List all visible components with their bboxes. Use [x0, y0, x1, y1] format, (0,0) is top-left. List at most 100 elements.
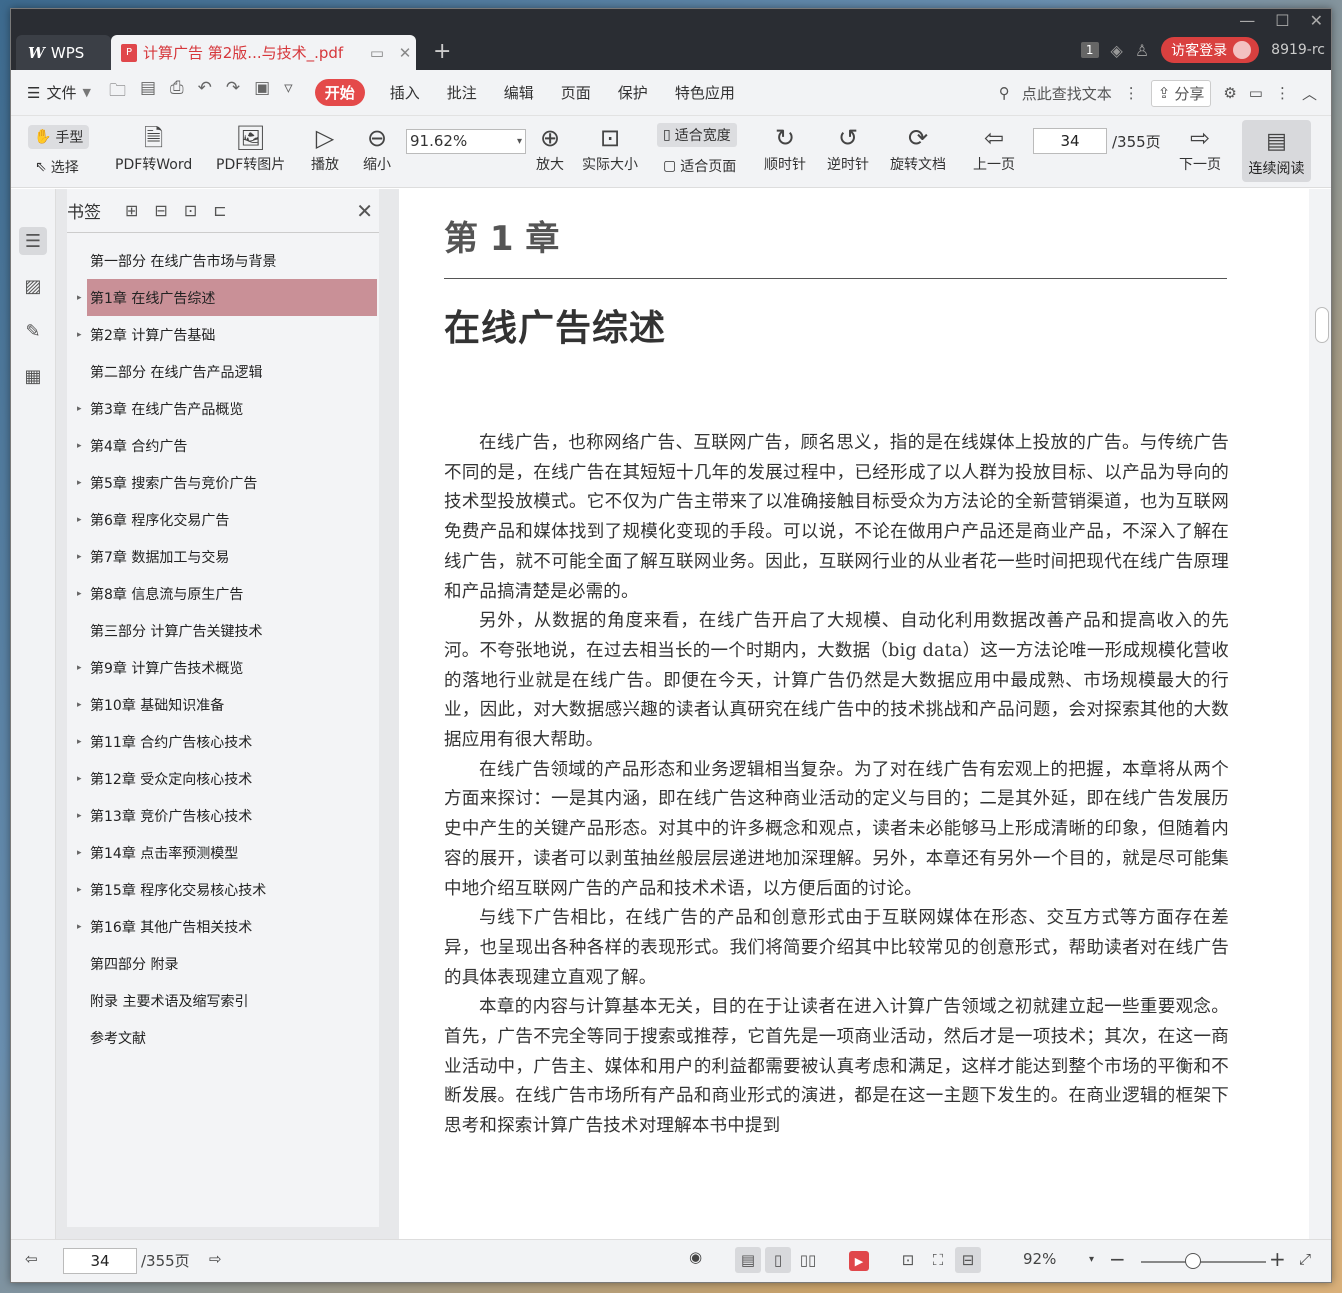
expand-caret-icon[interactable]: ▸ — [77, 885, 82, 895]
fit-width-button[interactable]: ▯ 适合宽度 — [657, 123, 737, 147]
zoom-dropdown-icon[interactable]: ▾ — [1089, 1254, 1094, 1265]
fit-page-icon[interactable]: ⛶ — [925, 1247, 951, 1273]
zoom-in-button[interactable]: ⊕ 放大 — [536, 122, 564, 174]
visitor-login-button[interactable]: 访客登录 — [1161, 37, 1260, 63]
bookmark-icon[interactable]: ⊏ — [213, 201, 226, 220]
play-button[interactable]: ▷ 播放 — [311, 122, 339, 174]
minimize-icon[interactable]: — — [1239, 11, 1255, 30]
bookmark-item[interactable]: ▸ 第5章 搜索广告与竞价广告 — [67, 464, 379, 501]
expand-caret-icon[interactable]: ▸ — [77, 478, 82, 488]
settings-gear-icon[interactable]: ⚙ — [1223, 84, 1236, 102]
two-page-view-icon[interactable]: ▯▯ — [795, 1247, 821, 1273]
zoom-slider[interactable] — [1141, 1253, 1266, 1269]
previous-page-button[interactable]: ⇦ 上一页 — [973, 122, 1015, 174]
new-tab-button[interactable]: + — [433, 39, 451, 64]
zoom-select[interactable]: 91.62% ▾ — [406, 129, 526, 154]
fit-width-icon[interactable]: ⊟ — [955, 1247, 981, 1273]
search-text-input[interactable]: 点此查找文本 — [1022, 83, 1112, 104]
undo-icon[interactable]: ↶ — [198, 78, 212, 107]
expand-caret-icon[interactable]: ▸ — [77, 552, 82, 562]
vertical-scrollbar[interactable] — [1309, 189, 1331, 1239]
wps-home-tab[interactable]: W WPS — [16, 35, 111, 70]
pdf-to-image-button[interactable]: 🖼 PDF转图片 — [216, 122, 285, 174]
status-next-page-icon[interactable]: ⇨ — [209, 1250, 222, 1268]
expand-caret-icon[interactable]: ▸ — [77, 404, 82, 414]
bookmark-item[interactable]: ▸ 第6章 程序化交易广告 — [67, 501, 379, 538]
bookmark-item[interactable]: ▸ 第9章 计算广告技术概览 — [67, 649, 379, 686]
add-bookmark-icon[interactable]: ⊡ — [184, 201, 197, 220]
zoom-slider-handle[interactable] — [1185, 1253, 1201, 1269]
page-number-input[interactable]: 34 — [1033, 128, 1107, 154]
save-icon[interactable]: ▤ — [140, 78, 156, 107]
bookmark-item[interactable]: 第一部分 在线广告市场与背景 — [67, 242, 379, 279]
collapse-ribbon-icon[interactable]: ︿ — [1302, 83, 1317, 104]
zoom-minus-icon[interactable]: − — [1109, 1247, 1126, 1271]
bookmark-item[interactable]: ▸ 第8章 信息流与原生广告 — [67, 575, 379, 612]
bookmark-item[interactable]: ▸ 第10章 基础知识准备 — [67, 686, 379, 723]
close-bookmark-panel-icon[interactable]: ✕ — [356, 199, 373, 223]
select-tool-button[interactable]: ⇖ 选择 — [35, 157, 79, 177]
skin-shirt-icon[interactable]: ♙ — [1135, 41, 1149, 60]
bookmark-item[interactable]: 附录 主要术语及缩写索引 — [67, 982, 379, 1019]
single-page-view-icon[interactable]: ▯ — [765, 1247, 791, 1273]
fit-page-button[interactable]: ▢ 适合页面 — [663, 156, 736, 176]
bookmark-item[interactable]: ▸ 第11章 合约广告核心技术 — [67, 723, 379, 760]
expand-caret-icon[interactable]: ▸ — [77, 700, 82, 710]
expand-caret-icon[interactable]: ▸ — [77, 441, 82, 451]
expand-caret-icon[interactable]: ▸ — [77, 848, 82, 858]
pdf-to-word-button[interactable]: 🗎 PDF转Word — [115, 122, 192, 174]
tab-page[interactable]: 页面 — [561, 82, 591, 103]
continuous-view-icon[interactable]: ▤ — [735, 1247, 761, 1273]
search-icon[interactable]: ⚲ — [999, 84, 1010, 102]
expand-caret-icon[interactable]: ▸ — [77, 922, 82, 932]
redo-icon[interactable]: ↷ — [226, 78, 240, 107]
export-image-icon[interactable]: ▣ — [254, 78, 270, 107]
scrollbar-thumb[interactable] — [1315, 307, 1329, 343]
panel-divider[interactable] — [381, 189, 397, 1239]
tab-special-apps[interactable]: 特色应用 — [675, 82, 735, 103]
bookmark-item[interactable]: ▸ 第12章 受众定向核心技术 — [67, 760, 379, 797]
bookmark-item[interactable]: 第三部分 计算广告关键技术 — [67, 612, 379, 649]
open-folder-icon[interactable]: 🗀 — [109, 78, 126, 107]
bookmark-item[interactable]: 第二部分 在线广告产品逻辑 — [67, 353, 379, 390]
bookmark-item[interactable]: 参考文献 — [67, 1019, 379, 1056]
rotate-clockwise-button[interactable]: ↻ 顺时针 — [764, 122, 806, 174]
close-tab-icon[interactable]: ✕ — [394, 44, 416, 62]
actual-size-icon[interactable]: ⊡ — [895, 1247, 921, 1273]
bookmark-panel-icon[interactable]: ☰ — [19, 227, 47, 255]
actual-size-button[interactable]: ⊡ 实际大小 — [582, 122, 638, 174]
maximize-icon[interactable]: ☐ — [1275, 11, 1289, 30]
bookmark-item[interactable]: 第四部分 附录 — [67, 945, 379, 982]
fullscreen-icon[interactable]: ⤢ — [1299, 1250, 1311, 1268]
bookmark-item[interactable]: ▸ 第14章 点击率预测模型 — [67, 834, 379, 871]
more-vertical-icon[interactable]: ⋮ — [1124, 84, 1139, 102]
play-slideshow-button[interactable]: ▶ — [849, 1251, 869, 1271]
pin-tab-icon[interactable]: ▭ — [366, 44, 388, 62]
next-page-button[interactable]: ⇨ 下一页 — [1179, 122, 1221, 174]
expand-caret-icon[interactable]: ▸ — [77, 589, 82, 599]
expand-caret-icon[interactable]: ▸ — [77, 737, 82, 747]
hand-tool-button[interactable]: ✋ 手型 — [28, 125, 90, 149]
print-icon[interactable]: ⎙ — [170, 78, 184, 107]
tab-annotate[interactable]: 批注 — [447, 82, 477, 103]
continuous-read-button[interactable]: ▤ 连续阅读 — [1242, 120, 1311, 182]
thumbnail-panel-icon[interactable]: ▨ — [19, 272, 47, 300]
expand-caret-icon[interactable]: ▸ — [77, 774, 82, 784]
expand-caret-icon[interactable]: ▸ — [77, 330, 82, 340]
status-zoom-value[interactable]: 92% — [1023, 1250, 1056, 1268]
cloud-sync-icon[interactable]: ◈ — [1111, 41, 1123, 60]
tab-edit[interactable]: 编辑 — [504, 82, 534, 103]
more-options-icon[interactable]: ⋮ — [1275, 84, 1290, 102]
collapse-all-icon[interactable]: ⊟ — [154, 201, 167, 220]
close-window-icon[interactable]: ✕ — [1310, 11, 1323, 30]
tab-start[interactable]: 开始 — [314, 79, 365, 106]
eye-protect-icon[interactable]: ◉ — [689, 1248, 702, 1266]
comment-icon[interactable]: ▭ — [1249, 84, 1263, 102]
tab-protect[interactable]: 保护 — [618, 82, 648, 103]
more-dropdown-icon[interactable]: ▿ — [284, 78, 293, 107]
attachment-panel-icon[interactable]: ▦ — [19, 362, 47, 390]
window-count-badge[interactable]: 1 — [1080, 42, 1099, 58]
bookmark-item[interactable]: ▸ 第15章 程序化交易核心技术 — [67, 871, 379, 908]
annotation-panel-icon[interactable]: ✎ — [19, 317, 47, 345]
bookmark-item[interactable]: ▸ 第1章 在线广告综述 — [77, 279, 377, 316]
